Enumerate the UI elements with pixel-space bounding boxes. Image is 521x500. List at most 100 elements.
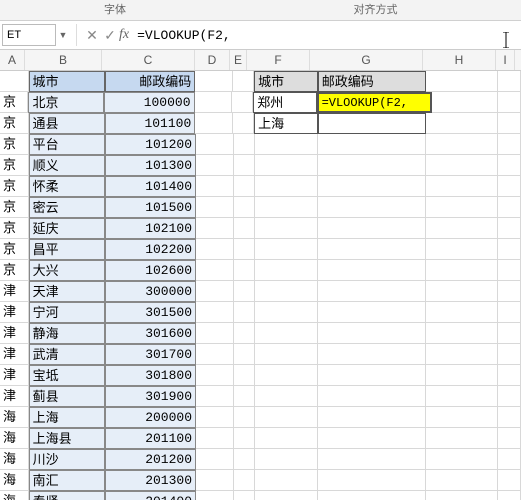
fx-icon[interactable]: fx — [119, 27, 129, 43]
enter-icon[interactable]: ✓ — [101, 27, 119, 44]
cell[interactable] — [234, 344, 255, 365]
cell[interactable] — [426, 218, 498, 239]
cell[interactable] — [234, 239, 255, 260]
cell[interactable] — [234, 302, 255, 323]
cell[interactable] — [426, 281, 498, 302]
cell-code[interactable]: 200000 — [105, 407, 196, 428]
cell[interactable] — [318, 428, 426, 449]
cell-city[interactable]: 北京 — [28, 92, 104, 113]
cell-code[interactable]: 301800 — [105, 365, 196, 386]
cell[interactable] — [255, 197, 318, 218]
cell[interactable] — [426, 155, 498, 176]
cell-a[interactable]: 津 — [0, 323, 29, 344]
cell[interactable] — [234, 491, 255, 500]
name-box[interactable]: ET — [2, 24, 56, 46]
cell[interactable] — [498, 407, 521, 428]
cell[interactable] — [318, 470, 426, 491]
cell-a[interactable]: 津 — [0, 386, 29, 407]
col-header-C[interactable]: C — [102, 50, 195, 70]
cell-a[interactable]: 津 — [0, 365, 29, 386]
cell[interactable] — [426, 449, 498, 470]
cell[interactable] — [196, 302, 234, 323]
cell-a[interactable]: 京 — [0, 176, 29, 197]
cell[interactable] — [498, 176, 521, 197]
cell[interactable] — [255, 239, 318, 260]
cell[interactable] — [234, 386, 255, 407]
cell[interactable] — [196, 218, 234, 239]
cell[interactable] — [426, 134, 498, 155]
cell[interactable] — [255, 386, 318, 407]
cell[interactable] — [498, 386, 521, 407]
cell[interactable] — [255, 155, 318, 176]
cell[interactable] — [426, 239, 498, 260]
cell-a[interactable]: 海 — [0, 428, 29, 449]
left-header-postcode[interactable]: 邮政编码 — [105, 71, 196, 92]
cell[interactable] — [498, 365, 521, 386]
cell-code[interactable]: 301600 — [105, 323, 196, 344]
cell[interactable] — [426, 176, 498, 197]
cell-city[interactable]: 武清 — [29, 344, 105, 365]
cell[interactable] — [498, 71, 521, 92]
cell[interactable] — [318, 491, 426, 500]
col-header-H[interactable]: H — [423, 50, 496, 70]
cell[interactable] — [498, 281, 521, 302]
cell[interactable] — [255, 134, 318, 155]
cell[interactable] — [318, 365, 426, 386]
cell[interactable] — [318, 197, 426, 218]
cell[interactable] — [426, 491, 498, 500]
cell[interactable] — [255, 260, 318, 281]
cell[interactable] — [255, 302, 318, 323]
cell[interactable] — [318, 302, 426, 323]
cell-code[interactable]: 201300 — [105, 470, 196, 491]
cell-code[interactable]: 101200 — [105, 134, 196, 155]
right-header-postcode[interactable]: 邮政编码 — [318, 71, 426, 92]
cell[interactable] — [426, 197, 498, 218]
cell[interactable] — [196, 239, 234, 260]
cell[interactable] — [234, 218, 255, 239]
cell-city[interactable]: 南汇 — [29, 470, 105, 491]
spreadsheet-grid[interactable]: A B C D E F G H I 城市邮政编码城市邮政编码京北京100000郑… — [0, 50, 521, 500]
cell[interactable] — [196, 197, 234, 218]
cell[interactable] — [498, 197, 521, 218]
cell-city[interactable]: 宁河 — [29, 302, 105, 323]
cell-a[interactable]: 京 — [0, 155, 29, 176]
cell-code[interactable]: 301900 — [105, 386, 196, 407]
cell[interactable] — [196, 470, 234, 491]
cell-code[interactable]: 101400 — [105, 176, 196, 197]
cell[interactable] — [498, 470, 521, 491]
cell-city[interactable]: 平台 — [29, 134, 105, 155]
cell[interactable] — [234, 260, 255, 281]
right-cell-code[interactable] — [318, 113, 426, 134]
cell[interactable] — [255, 407, 318, 428]
right-cell-city[interactable]: 郑州 — [253, 92, 316, 113]
cell-city[interactable]: 奉贤 — [29, 491, 105, 500]
cell[interactable] — [426, 470, 498, 491]
cell-a[interactable]: 京 — [0, 113, 29, 134]
cell-a[interactable]: 海 — [0, 449, 29, 470]
left-header-city[interactable]: 城市 — [29, 71, 105, 92]
cell[interactable] — [318, 323, 426, 344]
cell[interactable] — [255, 491, 318, 500]
cell-city[interactable]: 顺义 — [29, 155, 105, 176]
cell[interactable] — [498, 428, 521, 449]
cell-city[interactable]: 上海 — [29, 407, 105, 428]
cell[interactable] — [255, 470, 318, 491]
cell[interactable] — [498, 134, 521, 155]
cell-code[interactable]: 301700 — [105, 344, 196, 365]
cell[interactable] — [234, 407, 255, 428]
cell[interactable] — [255, 428, 318, 449]
col-header-G[interactable]: G — [310, 50, 423, 70]
col-header-A[interactable]: A — [0, 50, 25, 70]
cell[interactable] — [255, 281, 318, 302]
cell[interactable] — [426, 113, 498, 134]
cell[interactable] — [426, 260, 498, 281]
cell-a[interactable]: 京 — [0, 218, 29, 239]
col-header-E[interactable]: E — [230, 50, 247, 70]
cell[interactable] — [255, 344, 318, 365]
cell-a[interactable]: 京 — [0, 134, 29, 155]
cell[interactable] — [196, 281, 234, 302]
cell-code[interactable]: 201200 — [105, 449, 196, 470]
cell[interactable] — [234, 449, 255, 470]
cell[interactable] — [498, 344, 521, 365]
cell-city[interactable]: 密云 — [29, 197, 105, 218]
